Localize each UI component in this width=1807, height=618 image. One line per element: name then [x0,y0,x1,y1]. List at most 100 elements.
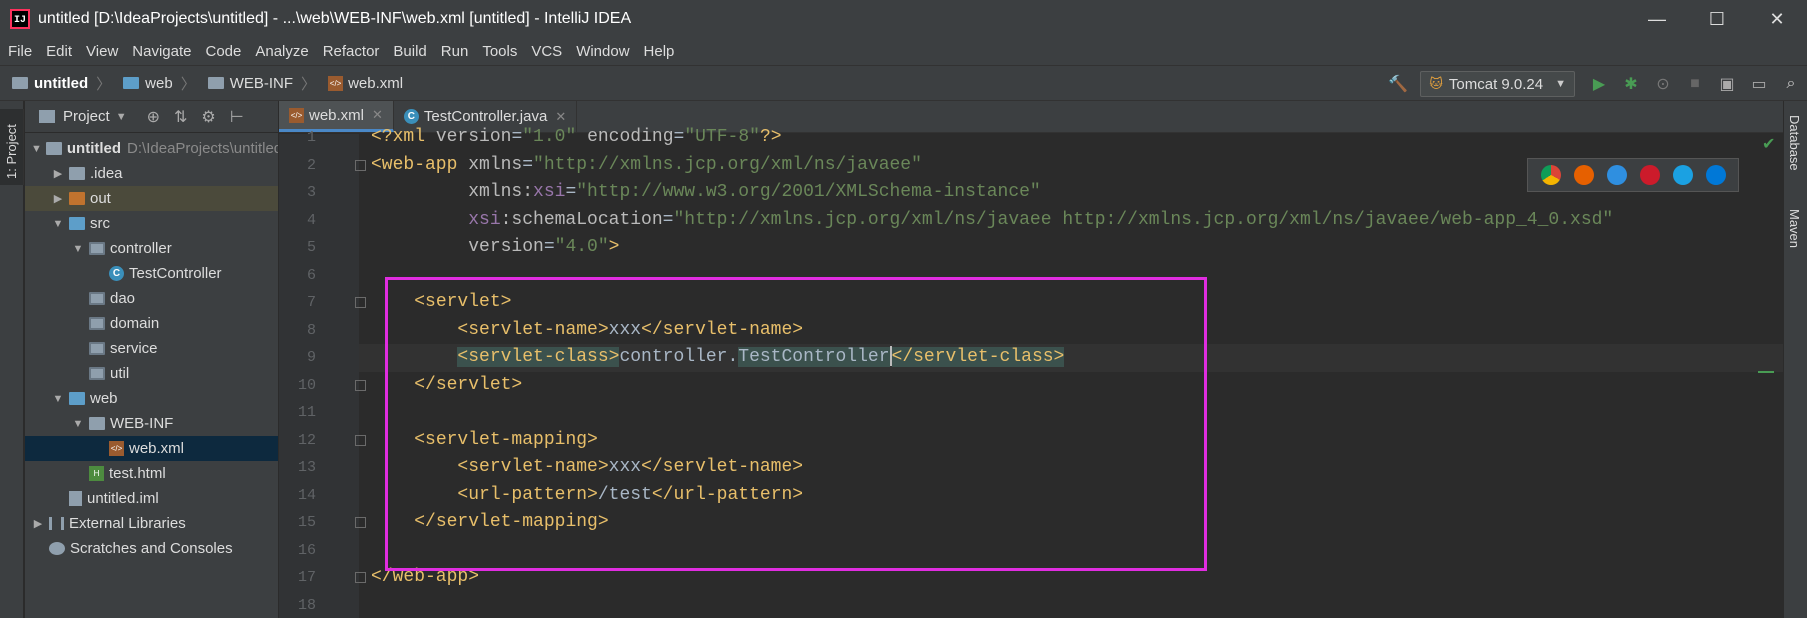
gear-icon[interactable]: ⚙ [201,107,215,127]
menu-file[interactable]: File [8,43,32,60]
package-icon [89,242,105,255]
edge-icon[interactable] [1705,165,1726,185]
line-number: 4 [306,211,316,229]
menu-refactor[interactable]: Refactor [323,43,380,60]
tree-item-web-inf[interactable]: ▼ WEB-INF [25,411,278,436]
run-configuration-select[interactable]: 🐱 Tomcat 9.0.24 ▼ [1420,71,1575,97]
line-number: 17 [297,569,316,586]
menu-help[interactable]: Help [644,43,675,60]
debug-icon[interactable]: ✱ [1615,66,1647,102]
tree-item-untitled[interactable]: ▼ untitled D:\IdeaProjects\untitled [25,136,278,161]
menu-vcs[interactable]: VCS [531,43,562,60]
fold-marker-icon[interactable] [355,159,366,171]
tree-item-controller[interactable]: ▼ controller [25,236,278,261]
breadcrumb-web-inf[interactable]: WEB-INF 〉 [207,73,316,94]
project-view-selector[interactable]: Project [63,108,110,125]
run-icon[interactable]: ▶ [1583,66,1615,102]
safari-icon[interactable] [1606,165,1627,185]
fold-marker-icon[interactable] [355,434,366,446]
line-number: 3 [306,184,316,201]
tree-item-out[interactable]: ▶ out [25,186,278,211]
line-number: 9 [306,349,316,366]
tree-item-scratches[interactable]: Scratches and Consoles [25,536,278,561]
tomcat-icon: 🐱 [1429,76,1443,91]
project-structure-icon[interactable]: ▣ [1711,66,1743,102]
menu-view[interactable]: View [86,43,118,60]
database-tool-tab[interactable]: Database [1787,115,1802,171]
menu-build[interactable]: Build [393,43,426,60]
close-tab-icon[interactable]: ✕ [372,107,383,123]
breadcrumb-web[interactable]: web 〉 [123,73,196,94]
tree-item-external-libraries[interactable]: ▶ External Libraries [25,511,278,536]
tree-item-service[interactable]: service [25,336,278,361]
fold-marker-icon[interactable] [355,379,366,391]
folder-icon [69,192,85,205]
menu-code[interactable]: Code [205,43,241,60]
fold-marker-icon[interactable] [355,572,366,583]
right-tool-strip: Database Maven [1783,101,1807,618]
tree-item-testcontroller[interactable]: C TestController [25,261,278,286]
maven-tool-tab[interactable]: Maven [1787,209,1802,248]
menu-navigate[interactable]: Navigate [132,43,191,60]
tree-item-web[interactable]: ▼ web [25,386,278,411]
project-panel: Project ▼ ⊕ ⇅ ⚙ ⊢ ▼ untitled D:\IdeaProjec… [25,101,278,618]
breadcrumb-web-xml[interactable]: </> web.xml [328,75,403,92]
stop-icon[interactable]: ■ [1679,66,1711,102]
breadcrumb-project[interactable]: untitled 〉 [12,73,111,94]
line-number: 10 [297,376,316,394]
source-folder-icon [69,217,85,230]
line-number: 1 [306,129,316,146]
tree-item-test-html[interactable]: Htest.html [25,461,278,486]
code-line: <web-app xmlns="http://xmlns.jcp.org/xml… [371,154,922,175]
fold-marker-icon[interactable] [355,297,366,308]
ie-icon[interactable] [1672,165,1693,185]
menu-tools[interactable]: Tools [482,43,517,60]
line-number: 12 [297,431,316,449]
line-number: 5 [306,239,316,256]
close-button[interactable]: ✕ [1747,0,1807,38]
package-icon [89,317,105,330]
title-bar: IJ untitled [D:\IdeaProjects\untitled] -… [0,0,1807,38]
chevron-down-icon[interactable]: ▼ [116,111,127,123]
line-number: 13 [297,459,316,476]
menu-window[interactable]: Window [576,43,629,60]
folder-icon [123,77,140,89]
tree-item-domain[interactable]: domain [25,311,278,336]
collapse-icon[interactable]: ⇅ [174,107,187,127]
line-number: 15 [297,514,316,531]
line-number: 11 [297,404,316,421]
tree-item-util[interactable]: util [25,361,278,386]
tree-item-dao[interactable]: dao [25,286,278,311]
minimize-button[interactable]: — [1627,0,1687,38]
menu-analyze[interactable]: Analyze [255,43,308,60]
tree-item-idea[interactable]: ▶ .idea [25,161,278,186]
tree-item-src[interactable]: ▼ src [25,211,278,236]
run-configuration-label: Tomcat 9.0.24 [1448,75,1544,93]
change-marker [1758,371,1774,373]
xml-file-icon: </> [328,75,344,91]
line-number: 6 [306,266,316,284]
menu-edit[interactable]: Edit [46,43,72,60]
maximize-button[interactable]: ☐ [1687,0,1747,38]
build-hammer-icon[interactable]: 🔨 [1382,66,1414,102]
highlight-annotation-box [385,277,1207,571]
firefox-icon[interactable] [1573,165,1594,185]
coverage-icon[interactable]: ⊙ [1647,66,1679,102]
locate-icon[interactable]: ⊕ [147,107,160,127]
tree-item-untitled-iml[interactable]: untitled.iml [25,486,278,511]
terminal-icon[interactable]: ▭ [1743,66,1775,102]
project-tool-tab[interactable]: 1: Project [0,109,24,185]
chrome-icon[interactable] [1540,165,1561,185]
fold-marker-icon[interactable] [355,517,366,528]
close-tab-icon[interactable]: ✕ [555,109,566,125]
chevron-down-icon: ▼ [1555,78,1566,90]
line-number: 14 [297,486,316,504]
tree-item-web-xml[interactable]: </> web.xml [25,436,278,461]
scratches-icon [49,542,65,555]
opera-icon[interactable] [1639,165,1660,185]
web-folder-icon [69,392,85,405]
search-icon[interactable]: ⌕ [1775,66,1807,102]
menu-run[interactable]: Run [441,43,469,60]
hide-icon[interactable]: ⊢ [230,107,244,127]
code-line: xsi:schemaLocation="http://xmlns.jcp.org… [468,209,1614,230]
